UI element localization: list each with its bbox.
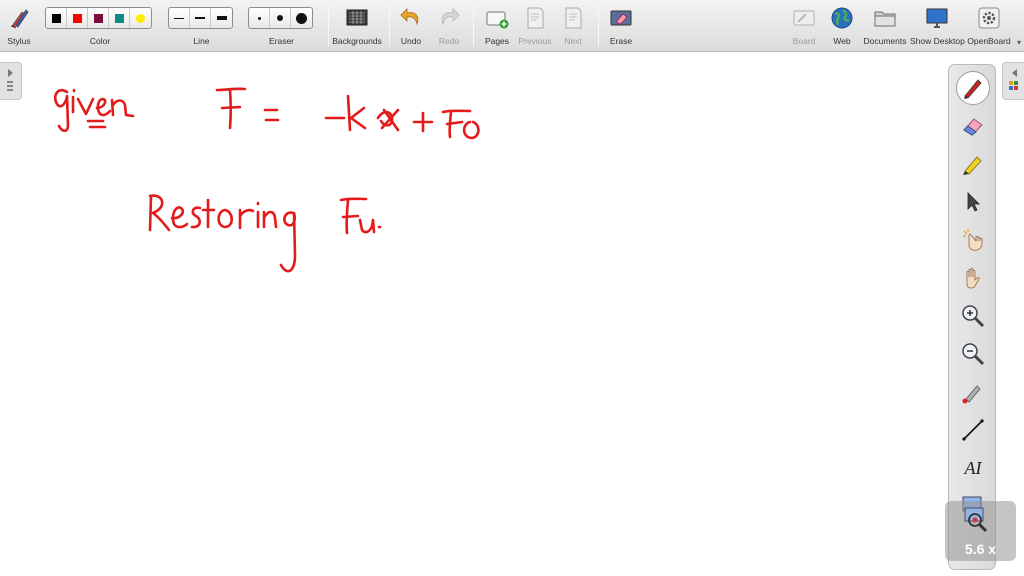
stylus-icon — [11, 9, 29, 29]
pages-button[interactable]: Pages — [480, 0, 514, 52]
stylus-palette: AI — [948, 64, 996, 570]
color-swatch-red[interactable] — [67, 8, 88, 28]
toolbar-separator — [389, 6, 390, 46]
next-label: Next — [564, 36, 582, 46]
line-width-medium[interactable] — [190, 8, 211, 28]
eraser-icon — [963, 118, 983, 136]
line-tool[interactable] — [956, 413, 990, 447]
whiteboard-canvas[interactable] — [0, 53, 946, 576]
next-button[interactable]: Next — [557, 0, 589, 52]
zoom-in-tool[interactable] — [956, 299, 990, 333]
erase-button[interactable]: Erase — [604, 0, 638, 52]
line-group: Line — [168, 0, 235, 52]
color-swatch-teal[interactable] — [109, 8, 130, 28]
laser-pointer-icon — [962, 385, 981, 404]
pointer-icon — [967, 192, 980, 212]
previous-label: Previous — [518, 36, 552, 46]
eraser-label: Eraser — [268, 36, 295, 46]
line-width-selector — [168, 7, 233, 29]
zoom-indicator: 5.6 x — [945, 501, 1016, 561]
backgrounds-label: Backgrounds — [332, 36, 382, 46]
line-width-thin[interactable] — [169, 8, 190, 28]
board-icon — [793, 10, 815, 26]
pen-tool[interactable] — [956, 71, 990, 105]
color-group: Color — [44, 0, 156, 52]
board-button[interactable]: Board — [788, 0, 820, 52]
web-button[interactable]: Web — [826, 0, 858, 52]
top-toolbar: Stylus Color Line Eraser Backgrounds Und… — [0, 0, 1024, 52]
handwritten-restoring-force — [148, 194, 382, 273]
color-swatch-black[interactable] — [46, 8, 67, 28]
laser-pointer-tool[interactable] — [956, 375, 990, 409]
backgrounds-icon — [346, 9, 368, 26]
zoom-magnifier-icon — [964, 507, 988, 533]
globe-icon — [831, 7, 853, 29]
add-page-icon — [486, 11, 509, 29]
zoom-out-icon — [962, 343, 985, 366]
board-label: Board — [792, 36, 816, 46]
erase-all-icon — [610, 10, 632, 26]
line-label: Line — [193, 36, 210, 46]
eraser-tool[interactable] — [956, 109, 990, 143]
eraser-size-selector — [248, 7, 313, 29]
show-desktop-label: Show Desktop — [910, 36, 965, 46]
zoom-out-tool[interactable] — [956, 337, 990, 371]
erase-label: Erase — [609, 36, 633, 46]
right-panel-toggle[interactable] — [1002, 62, 1024, 100]
previous-button[interactable]: Previous — [517, 0, 553, 52]
undo-icon — [400, 8, 419, 26]
openboard-menu-button[interactable]: OpenBoard — [966, 0, 1012, 52]
openboard-window: Stylus Color Line Eraser Backgrounds Und… — [0, 0, 1024, 576]
eraser-group: Eraser — [248, 0, 315, 52]
eraser-size-medium[interactable] — [270, 8, 291, 28]
stylus-label: Stylus — [7, 36, 31, 46]
hand-tool[interactable] — [956, 261, 990, 295]
stylus-button[interactable]: Stylus — [2, 0, 36, 52]
show-desktop-button[interactable]: Show Desktop — [910, 0, 965, 52]
chevron-down-icon[interactable]: ▾ — [1017, 38, 1021, 47]
toolbar-separator — [473, 6, 474, 46]
zoom-in-icon — [962, 305, 985, 328]
toolbar-separator — [328, 6, 329, 46]
pages-label: Pages — [484, 36, 510, 46]
documents-button[interactable]: Documents — [862, 0, 908, 52]
pen-icon — [964, 79, 982, 99]
line-width-thick[interactable] — [211, 8, 232, 28]
hand-icon — [966, 267, 980, 289]
line-icon — [962, 419, 984, 441]
zoom-level: 5.6 x — [964, 541, 997, 557]
handwritten-equation — [53, 87, 480, 140]
documents-label: Documents — [863, 36, 907, 46]
folder-icon — [874, 11, 896, 27]
undo-label: Undo — [400, 36, 422, 46]
openboard-label: OpenBoard — [967, 36, 1011, 46]
text-icon: AI — [964, 457, 982, 478]
redo-label: Redo — [438, 36, 460, 46]
previous-page-icon — [527, 7, 544, 29]
highlighter-icon — [963, 156, 982, 175]
eraser-size-small[interactable] — [249, 8, 270, 28]
redo-button[interactable]: Redo — [434, 0, 464, 52]
pointer-tool[interactable] — [956, 185, 990, 219]
interact-icon — [963, 229, 983, 251]
toolbar-separator — [598, 6, 599, 46]
color-label: Color — [89, 36, 111, 46]
chevron-left-icon — [1009, 69, 1018, 90]
monitor-icon — [926, 8, 948, 28]
interact-tool[interactable] — [956, 223, 990, 257]
text-tool[interactable]: AI — [956, 451, 990, 485]
gear-icon — [978, 7, 1000, 29]
color-swatch-maroon[interactable] — [88, 8, 109, 28]
highlighter-tool[interactable] — [956, 147, 990, 181]
backgrounds-button[interactable]: Backgrounds — [330, 0, 384, 52]
color-swatch-yellow[interactable] — [130, 8, 151, 28]
undo-button[interactable]: Undo — [396, 0, 426, 52]
color-palette — [45, 7, 152, 29]
eraser-size-large[interactable] — [291, 8, 312, 28]
web-label: Web — [833, 36, 851, 46]
redo-icon — [441, 8, 460, 26]
next-page-icon — [565, 7, 582, 29]
